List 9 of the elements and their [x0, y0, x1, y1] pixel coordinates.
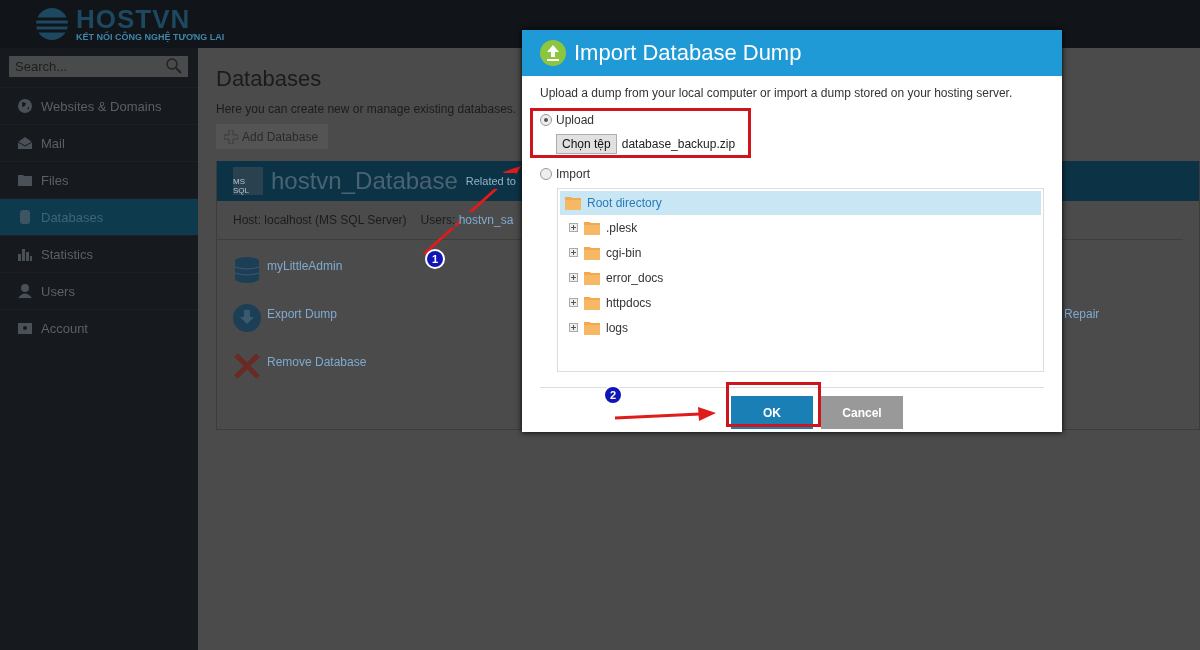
file-name: database_backup.zip [621, 137, 736, 151]
dialog-title: Import Database Dump [574, 40, 802, 66]
mssql-logo: MS SQL [233, 167, 263, 195]
logo-tagline: KẾT NỐI CÔNG NGHỆ TƯƠNG LAI [76, 32, 225, 42]
related-label: Related to [465, 173, 516, 189]
database-name: hostvn_Database [271, 167, 458, 195]
dialog-description: Upload a dump from your local computer or import a dump stored on your hosting server. [540, 86, 1014, 100]
logo-text: HOSTVN [76, 6, 192, 32]
step-number: 1 [425, 249, 445, 269]
